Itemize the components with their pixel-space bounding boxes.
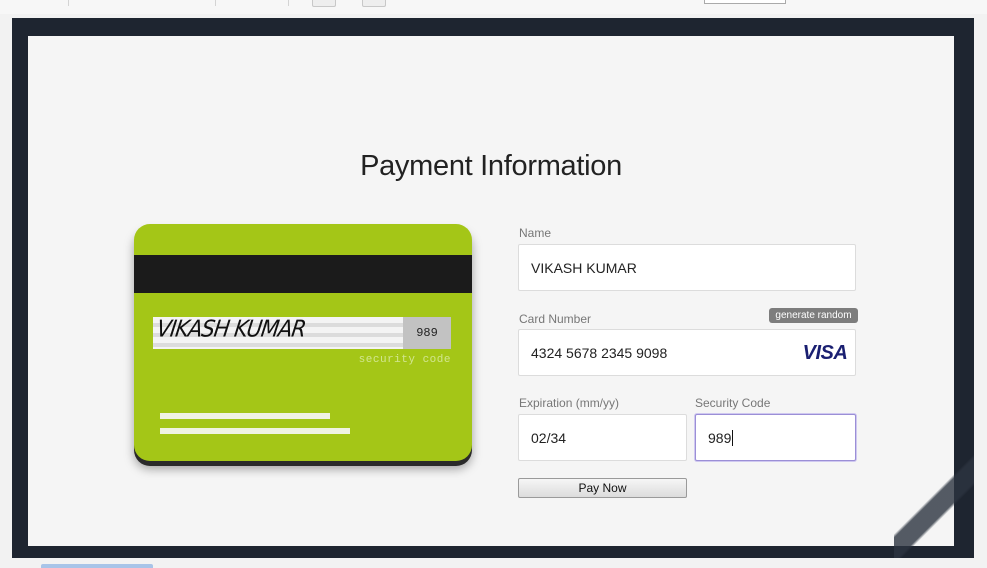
name-label: Name [519, 226, 552, 240]
credit-card-back: VIKASH KUMAR 989 security code [134, 224, 472, 461]
pay-now-button[interactable]: Pay Now [518, 478, 687, 498]
card-signature: VIKASH KUMAR [155, 315, 308, 343]
preview-frame: Payment Information VIKASH KUMAR 989 sec… [12, 18, 974, 558]
toolbar-separator [215, 0, 216, 6]
card-number-value: 4324 5678 2345 9098 [531, 344, 668, 361]
toolbar-button[interactable] [312, 0, 336, 7]
card-decorative-line [160, 413, 330, 419]
top-toolbar-strip [0, 0, 987, 14]
card-brand-text: VISA [802, 341, 848, 364]
toolbar-separator [288, 0, 289, 6]
expiration-field[interactable]: 02/34 [518, 414, 687, 461]
page-title: Payment Information [360, 150, 622, 182]
generate-random-button[interactable]: generate random [769, 308, 858, 323]
toolbar-input[interactable] [704, 0, 786, 4]
visa-logo: VISA [800, 337, 850, 369]
security-code-value: 989 [708, 429, 732, 446]
card-decorative-line [160, 428, 350, 434]
name-value: VIKASH KUMAR [531, 259, 637, 276]
security-code-field[interactable]: 989 [695, 414, 856, 461]
payment-page: Payment Information VIKASH KUMAR 989 sec… [28, 36, 954, 546]
signature-strip: VIKASH KUMAR 989 [153, 315, 451, 349]
toolbar-separator [68, 0, 69, 6]
card-number-label: Card Number [519, 312, 592, 326]
bottom-tab[interactable] [41, 564, 153, 568]
text-cursor [732, 429, 734, 446]
toolbar-button[interactable] [362, 0, 386, 7]
security-code-label: Security Code [695, 396, 771, 410]
expiration-label: Expiration (mm/yy) [519, 396, 620, 410]
expiration-value: 02/34 [531, 429, 567, 446]
security-code-caption: security code [358, 354, 451, 366]
card-number-field[interactable]: 4324 5678 2345 9098 VISA [518, 329, 856, 376]
name-field[interactable]: VIKASH KUMAR [518, 244, 856, 291]
magnetic-stripe [134, 255, 472, 293]
card-cvv: 989 [403, 317, 451, 349]
